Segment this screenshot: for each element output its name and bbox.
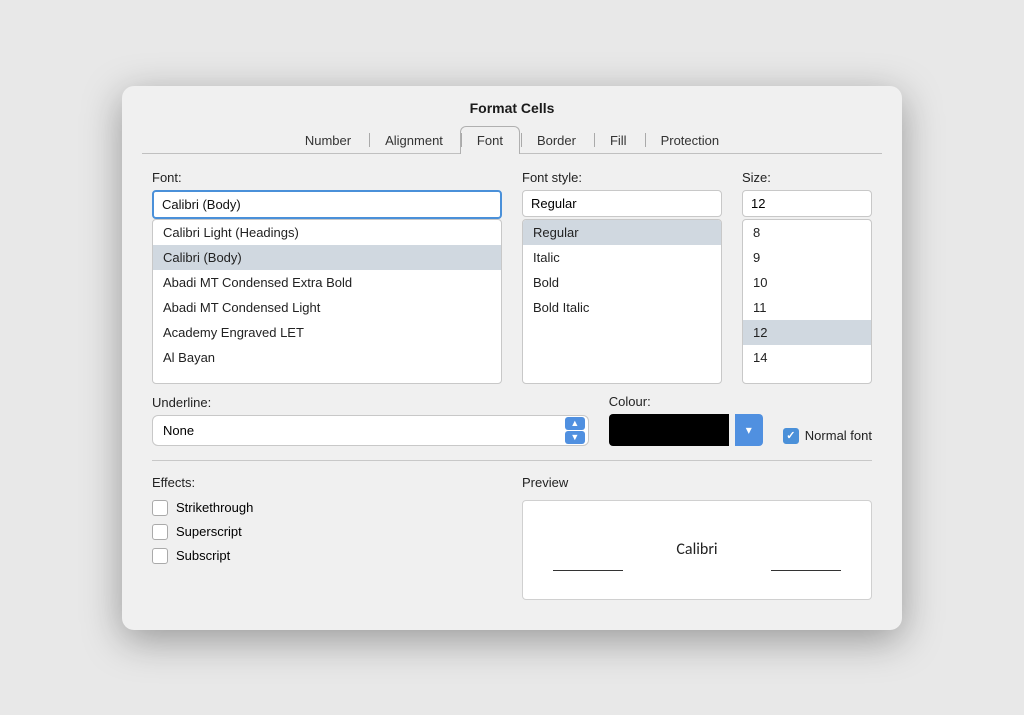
preview-line-left	[553, 570, 623, 571]
strikethrough-checkbox[interactable]	[152, 500, 168, 516]
font-label: Font:	[152, 170, 502, 185]
preview-box: Calibri	[522, 500, 872, 600]
underline-stepper[interactable]: ▲ ▼	[565, 417, 585, 444]
list-item[interactable]: 8	[743, 220, 871, 245]
list-item[interactable]: 11	[743, 295, 871, 320]
list-item[interactable]: Calibri (Body)	[153, 245, 501, 270]
list-item[interactable]: 10	[743, 270, 871, 295]
colour-dropdown-button[interactable]: ▾	[735, 414, 763, 446]
stepper-up-arrow[interactable]: ▲	[565, 417, 585, 430]
normal-font-checkbox-label[interactable]: Normal font	[783, 428, 872, 444]
font-row: Font: Calibri Light (Headings) Calibri (…	[152, 170, 872, 384]
list-item[interactable]: 14	[743, 345, 871, 370]
font-style-input[interactable]	[522, 190, 722, 217]
underline-select[interactable]: None Single Double Single Accounting Dou…	[152, 415, 589, 446]
dropdown-arrow-icon: ▾	[746, 423, 752, 437]
dialog-body: Font: Calibri Light (Headings) Calibri (…	[122, 154, 902, 610]
tab-bar: Number Alignment Font Border Fill Protec…	[142, 126, 882, 154]
strikethrough-label: Strikethrough	[176, 500, 253, 515]
normal-font-checkbox[interactable]	[783, 428, 799, 444]
underline-label: Underline:	[152, 395, 589, 410]
size-label: Size:	[742, 170, 872, 185]
font-style-list[interactable]: Regular Italic Bold Bold Italic	[522, 219, 722, 384]
list-item[interactable]: Abadi MT Condensed Light	[153, 295, 501, 320]
colour-column: Colour: ▾	[609, 394, 763, 446]
list-item[interactable]: Abadi MT Condensed Extra Bold	[153, 270, 501, 295]
tab-fill[interactable]: Fill	[593, 126, 644, 154]
divider	[152, 460, 872, 461]
dialog-title: Format Cells	[122, 86, 902, 126]
list-item[interactable]: 12	[743, 320, 871, 345]
tab-border[interactable]: Border	[520, 126, 593, 154]
list-item[interactable]: Bold Italic	[523, 295, 721, 320]
normal-font-column: Normal font	[783, 428, 872, 446]
underline-select-wrapper: None Single Double Single Accounting Dou…	[152, 415, 589, 446]
list-item[interactable]: Bold	[523, 270, 721, 295]
list-item[interactable]: Calibri Light (Headings)	[153, 220, 501, 245]
subscript-item[interactable]: Subscript	[152, 548, 502, 564]
superscript-checkbox[interactable]	[152, 524, 168, 540]
tab-protection[interactable]: Protection	[644, 126, 737, 154]
superscript-item[interactable]: Superscript	[152, 524, 502, 540]
font-list[interactable]: Calibri Light (Headings) Calibri (Body) …	[152, 219, 502, 384]
list-item[interactable]: Al Bayan	[153, 345, 501, 370]
list-item[interactable]: Regular	[523, 220, 721, 245]
effects-label: Effects:	[152, 475, 502, 490]
strikethrough-item[interactable]: Strikethrough	[152, 500, 502, 516]
colour-label: Colour:	[609, 394, 763, 409]
font-column: Font: Calibri Light (Headings) Calibri (…	[152, 170, 502, 384]
effects-column: Effects: Strikethrough Superscript Subsc…	[152, 475, 502, 600]
underline-colour-row: Underline: None Single Double Single Acc…	[152, 394, 872, 446]
list-item[interactable]: Italic	[523, 245, 721, 270]
colour-swatch[interactable]	[609, 414, 729, 446]
underline-column: Underline: None Single Double Single Acc…	[152, 395, 589, 446]
size-input[interactable]	[742, 190, 872, 217]
tab-font[interactable]: Font	[460, 126, 520, 154]
preview-label: Preview	[522, 475, 872, 490]
size-column: Size: 8 9 10 11 12 14	[742, 170, 872, 384]
font-input[interactable]	[152, 190, 502, 219]
preview-line-right	[771, 570, 841, 571]
subscript-checkbox[interactable]	[152, 548, 168, 564]
font-style-column: Font style: Regular Italic Bold Bold Ita…	[522, 170, 722, 384]
colour-swatch-row: ▾	[609, 414, 763, 446]
tab-number[interactable]: Number	[288, 126, 368, 154]
font-style-label: Font style:	[522, 170, 722, 185]
format-cells-dialog: Format Cells Number Alignment Font Borde…	[122, 86, 902, 630]
preview-text: Calibri	[676, 540, 717, 559]
list-item[interactable]: 9	[743, 245, 871, 270]
list-item[interactable]: Academy Engraved LET	[153, 320, 501, 345]
subscript-label: Subscript	[176, 548, 230, 563]
stepper-down-arrow[interactable]: ▼	[565, 431, 585, 444]
preview-column: Preview Calibri	[522, 475, 872, 600]
size-list[interactable]: 8 9 10 11 12 14	[742, 219, 872, 384]
superscript-label: Superscript	[176, 524, 242, 539]
normal-font-label: Normal font	[805, 428, 872, 443]
preview-lines	[523, 570, 871, 571]
effects-preview-row: Effects: Strikethrough Superscript Subsc…	[152, 475, 872, 600]
tab-alignment[interactable]: Alignment	[368, 126, 460, 154]
